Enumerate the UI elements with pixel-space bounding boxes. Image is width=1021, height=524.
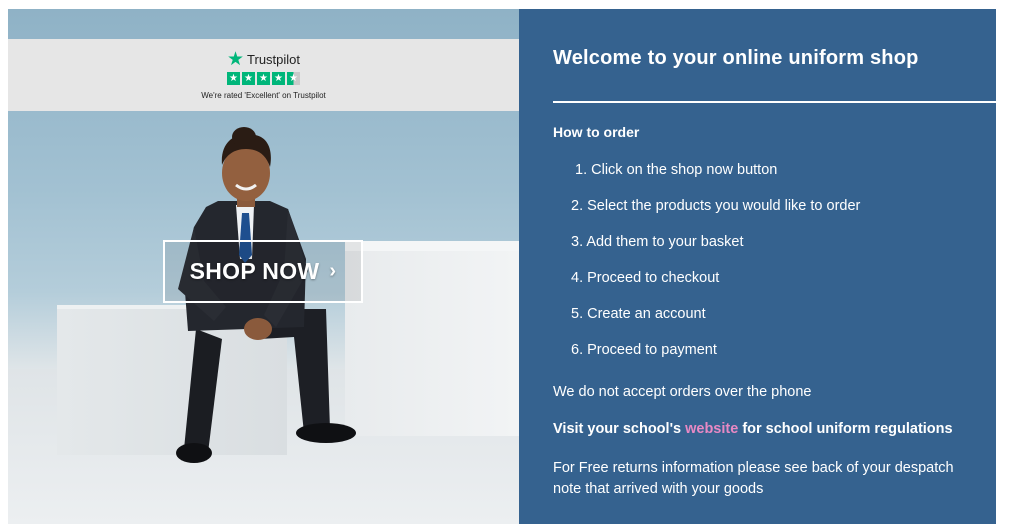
how-to-order-heading: How to order xyxy=(553,124,640,140)
order-steps-list: 1. Click on the shop now button 2. Selec… xyxy=(571,160,860,376)
trustpilot-bar: ★ Trustpilot ★ ★ ★ ★ ★ We're rated 'Exce… xyxy=(8,39,519,111)
chevron-right-icon: › xyxy=(329,260,337,282)
no-phone-orders-note: We do not accept orders over the phone xyxy=(553,384,812,400)
visit-suffix: for school uniform regulations xyxy=(738,421,953,437)
returns-info: For Free returns information please see … xyxy=(553,460,954,497)
uniform-regulations-text: Visit your school's website for school u… xyxy=(553,421,953,437)
info-panel: Welcome to your online uniform shop How … xyxy=(519,9,996,524)
trustpilot-logo: ★ Trustpilot xyxy=(226,48,301,70)
trustpilot-rating-stars: ★ ★ ★ ★ ★ xyxy=(227,71,300,85)
order-step: 5. Create an account xyxy=(571,306,706,322)
order-step: 6. Proceed to payment xyxy=(571,342,717,358)
rating-star-icon: ★ xyxy=(257,71,270,85)
shop-now-button[interactable]: SHOP NOW › xyxy=(163,240,363,303)
rating-half-star-icon: ★ xyxy=(287,71,300,85)
page-title: Welcome to your online uniform shop xyxy=(553,47,919,69)
title-divider xyxy=(553,101,996,103)
hero-banner: ★ Trustpilot ★ ★ ★ ★ ★ We're rated 'Exce… xyxy=(8,9,519,524)
order-step: 3. Add them to your basket xyxy=(571,234,744,250)
visit-prefix: Visit your school's xyxy=(553,421,686,437)
page-frame: ★ Trustpilot ★ ★ ★ ★ ★ We're rated 'Exce… xyxy=(8,9,996,524)
trustpilot-caption: We're rated 'Excellent' on Trustpilot xyxy=(201,90,326,100)
school-website-link[interactable]: website xyxy=(685,421,738,437)
rating-star-icon: ★ xyxy=(272,71,285,85)
trustpilot-star-icon: ★ xyxy=(226,48,245,70)
shop-now-label: SHOP NOW xyxy=(189,258,320,284)
order-step: 4. Proceed to checkout xyxy=(571,270,720,286)
order-step: 2. Select the products you would like to… xyxy=(571,198,861,214)
trustpilot-brand: Trustpilot xyxy=(247,52,301,67)
rating-star-icon: ★ xyxy=(242,71,255,85)
order-step: 1. Click on the shop now button xyxy=(575,162,778,178)
rating-star-icon: ★ xyxy=(227,71,240,85)
